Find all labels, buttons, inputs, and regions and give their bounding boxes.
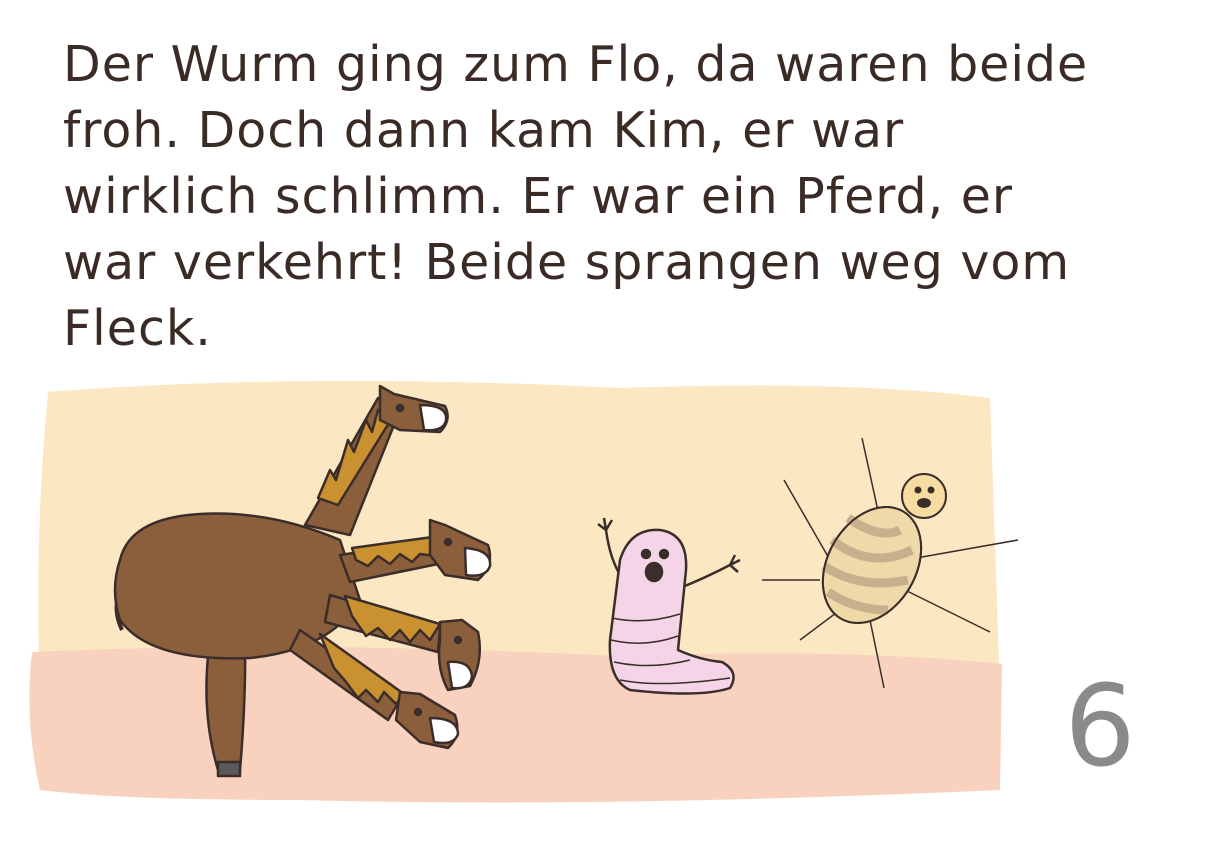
story-text: Der Wurm ging zum Flo, da waren beide fr… — [63, 32, 1163, 362]
story-line: wirklich schlimm. Er war ein Pferd, er — [63, 168, 1014, 225]
ground-background — [29, 646, 1003, 803]
story-line: war verkehrt! Beide sprangen weg vom — [63, 234, 1071, 291]
page-number: 6 — [1064, 662, 1136, 792]
story-line: Der Wurm ging zum Flo, da waren beide — [63, 36, 1089, 93]
story-line: Fleck. — [63, 300, 212, 357]
illustration — [29, 380, 1019, 803]
story-line: froh. Doch dann kam Kim, er war — [63, 102, 905, 159]
